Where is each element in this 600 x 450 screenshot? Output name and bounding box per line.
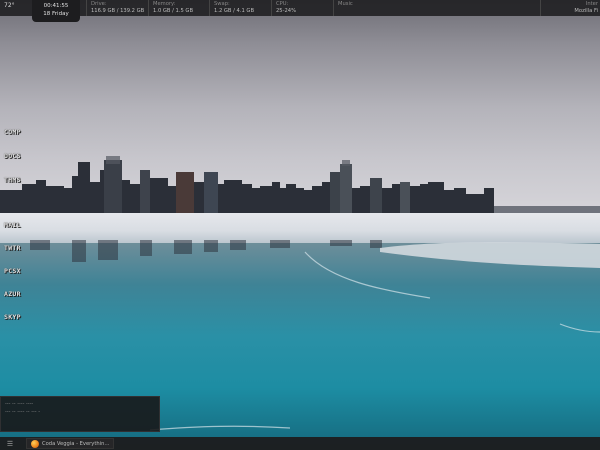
drive-value: 116.9 GB / 139.2 GB [91,8,145,14]
launcher-mail[interactable]: MAIL [4,221,21,229]
desktop-widget: --- -- ---- ---- --- -- ---- -- --- - [0,396,160,432]
divider [86,0,87,16]
swap-label: Swap: [214,1,230,7]
clock-widget[interactable]: 00:41:55 18 Friday [32,0,80,22]
cpu-value: 25-24% [276,8,297,14]
swap-stat: Swap: 1.2 GB / 4.1 GB [214,0,254,15]
top-panel: 72° 00:41:55 18 Friday Drive: 116.9 GB /… [0,0,600,22]
weather-temperature: 72° [4,2,15,9]
cpu-label: CPU: [276,1,289,7]
memory-value: 1.0 GB / 1.5 GB [153,8,194,14]
swap-value: 1.2 GB / 4.1 GB [214,8,255,14]
drive-stat: Drive: 116.9 GB / 139.2 GB [91,0,144,15]
firefox-icon [31,439,39,448]
taskbar-item-label: Coda Veggia - Everythin... [42,440,110,447]
widget-line: --- -- ---- ---- [5,401,34,407]
memory-stat: Memory: 1.0 GB / 1.5 GB [153,0,193,15]
memory-label: Memory: [153,1,176,7]
launcher-thms[interactable]: THMS [4,176,21,184]
cpu-stat: CPU: 25-24% [276,0,296,15]
city-skyline [0,156,600,216]
active-window-stat: Inter Mozilla Fi [574,0,598,15]
music-label: Music [338,1,353,7]
divider [333,0,334,16]
music-stat[interactable]: Music [338,0,353,8]
active-window-line2: Mozilla Fi [574,8,598,14]
launcher-twtr[interactable]: TWTR [4,244,21,252]
divider [209,0,210,16]
launcher-azur[interactable]: AZUR [4,290,21,298]
clock-date: 18 Friday [43,11,69,17]
bottom-taskbar: ☰ Coda Veggia - Everythin... [0,437,600,450]
launcher-pcsx[interactable]: PCSX [4,267,21,275]
divider [540,0,541,16]
launcher-comp[interactable]: COMP [4,128,21,136]
menu-icon[interactable]: ☰ [0,437,20,450]
divider [148,0,149,16]
launcher-docs[interactable]: DOCS [4,152,21,160]
divider [271,0,272,16]
taskbar-item-firefox[interactable]: Coda Veggia - Everythin... [26,438,115,449]
active-window-line1: Inter [585,1,598,7]
widget-line: --- -- ---- -- --- - [5,409,41,415]
drive-label: Drive: [91,1,107,7]
clock-time: 00:41:55 [43,3,69,9]
launcher-skyp[interactable]: SKYP [4,313,21,321]
desktop-wallpaper [0,0,600,450]
